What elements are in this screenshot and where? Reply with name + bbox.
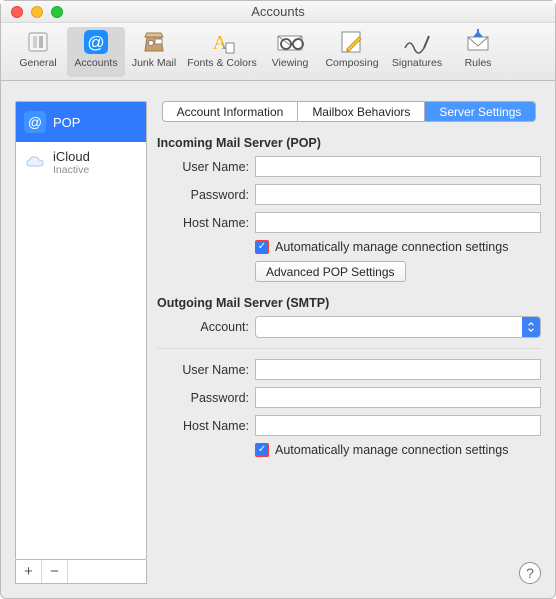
- outgoing-user-name-field[interactable]: [255, 359, 541, 380]
- label-host-name: Host Name:: [157, 419, 249, 433]
- account-name: POP: [53, 115, 80, 130]
- outgoing-auto-checkbox-row[interactable]: ✓ Automatically manage connection settin…: [255, 443, 541, 457]
- toolbar-label: Junk Mail: [132, 57, 176, 69]
- rules-icon: [461, 27, 495, 57]
- toolbar-label: Rules: [465, 57, 492, 69]
- minimize-window-button[interactable]: [31, 6, 43, 18]
- add-account-button[interactable]: +: [16, 560, 42, 583]
- incoming-host-name-field[interactable]: [255, 212, 541, 233]
- checkbox-checked-icon: ✓: [255, 240, 269, 254]
- content-area: @ POP iCloud Inactive +: [1, 81, 555, 598]
- account-title: iCloud: [53, 149, 90, 164]
- traffic-lights: [1, 6, 63, 18]
- at-icon: @: [24, 111, 46, 133]
- toolbar-label: Signatures: [392, 57, 442, 69]
- checkbox-label: Automatically manage connection settings: [275, 240, 508, 254]
- tab-server-settings[interactable]: Server Settings: [425, 102, 535, 121]
- general-icon: [21, 27, 55, 57]
- account-row-pop[interactable]: @ POP: [16, 102, 146, 142]
- label-user-name: User Name:: [157, 363, 249, 377]
- incoming-user-name-field[interactable]: [255, 156, 541, 177]
- window-title: Accounts: [1, 4, 555, 19]
- label-account: Account:: [157, 320, 249, 334]
- tab-mailbox-behaviors[interactable]: Mailbox Behaviors: [298, 102, 425, 121]
- account-subtitle: Inactive: [53, 164, 90, 176]
- toolbar-label: Viewing: [272, 57, 309, 69]
- tab-account-information[interactable]: Account Information: [163, 102, 299, 121]
- pref-toolbar: General @ Accounts Junk Mail A Fonts & C…: [1, 23, 555, 81]
- tab-composing[interactable]: Composing: [319, 27, 385, 77]
- svg-text:@: @: [28, 114, 42, 130]
- toolbar-label: General: [19, 57, 56, 69]
- tab-junk-mail[interactable]: Junk Mail: [125, 27, 183, 77]
- account-row-icloud[interactable]: iCloud Inactive: [16, 142, 146, 182]
- label-password: Password:: [157, 188, 249, 202]
- settings-tabs: Account Information Mailbox Behaviors Se…: [162, 101, 537, 122]
- zoom-window-button[interactable]: [51, 6, 63, 18]
- composing-icon: [335, 27, 369, 57]
- label-user-name: User Name:: [157, 160, 249, 174]
- tab-signatures[interactable]: Signatures: [385, 27, 449, 77]
- junk-mail-icon: [137, 27, 171, 57]
- toolbar-label: Composing: [325, 57, 378, 69]
- checkbox-label: Automatically manage connection settings: [275, 443, 508, 457]
- preferences-window: Accounts General @ Accounts Junk Mail A …: [0, 0, 556, 599]
- toolbar-label: Accounts: [74, 57, 117, 69]
- outgoing-account-select[interactable]: [255, 316, 541, 338]
- outgoing-heading: Outgoing Mail Server (SMTP): [157, 296, 541, 310]
- help-button[interactable]: ?: [519, 562, 541, 584]
- incoming-form: User Name: Password: Host Name: ✓ Automa…: [157, 156, 541, 282]
- close-window-button[interactable]: [11, 6, 23, 18]
- tab-general[interactable]: General: [9, 27, 67, 77]
- tab-fonts-colors[interactable]: A Fonts & Colors: [183, 27, 261, 77]
- tab-accounts[interactable]: @ Accounts: [67, 27, 125, 77]
- fonts-colors-icon: A: [205, 27, 239, 57]
- outgoing-form2: User Name: Password: Host Name: ✓ Automa…: [157, 359, 541, 457]
- tab-rules[interactable]: Rules: [449, 27, 507, 77]
- checkbox-checked-icon: ✓: [255, 443, 269, 457]
- add-remove-bar: + −: [15, 560, 147, 584]
- remove-account-button[interactable]: −: [42, 560, 68, 583]
- select-arrows-icon: [522, 317, 540, 337]
- incoming-auto-checkbox-row[interactable]: ✓ Automatically manage connection settin…: [255, 240, 541, 254]
- viewing-icon: [273, 27, 307, 57]
- signatures-icon: [400, 27, 434, 57]
- incoming-heading: Incoming Mail Server (POP): [157, 136, 541, 150]
- toolbar-label: Fonts & Colors: [187, 57, 256, 69]
- svg-text:@: @: [87, 33, 104, 52]
- titlebar: Accounts: [1, 1, 555, 23]
- account-list: @ POP iCloud Inactive: [15, 101, 147, 560]
- outgoing-password-field[interactable]: [255, 387, 541, 408]
- settings-main: Account Information Mailbox Behaviors Se…: [157, 101, 541, 584]
- accounts-sidebar: @ POP iCloud Inactive +: [15, 101, 147, 584]
- outgoing-form: Account:: [157, 316, 541, 338]
- accounts-icon: @: [79, 27, 113, 57]
- outgoing-host-name-field[interactable]: [255, 415, 541, 436]
- label-host-name: Host Name:: [157, 216, 249, 230]
- account-title: POP: [53, 115, 80, 130]
- label-password: Password:: [157, 391, 249, 405]
- tab-viewing[interactable]: Viewing: [261, 27, 319, 77]
- cloud-icon: [24, 151, 46, 173]
- divider: [157, 348, 541, 349]
- account-name: iCloud Inactive: [53, 149, 90, 176]
- advanced-pop-settings-button[interactable]: Advanced POP Settings: [255, 261, 406, 282]
- incoming-password-field[interactable]: [255, 184, 541, 205]
